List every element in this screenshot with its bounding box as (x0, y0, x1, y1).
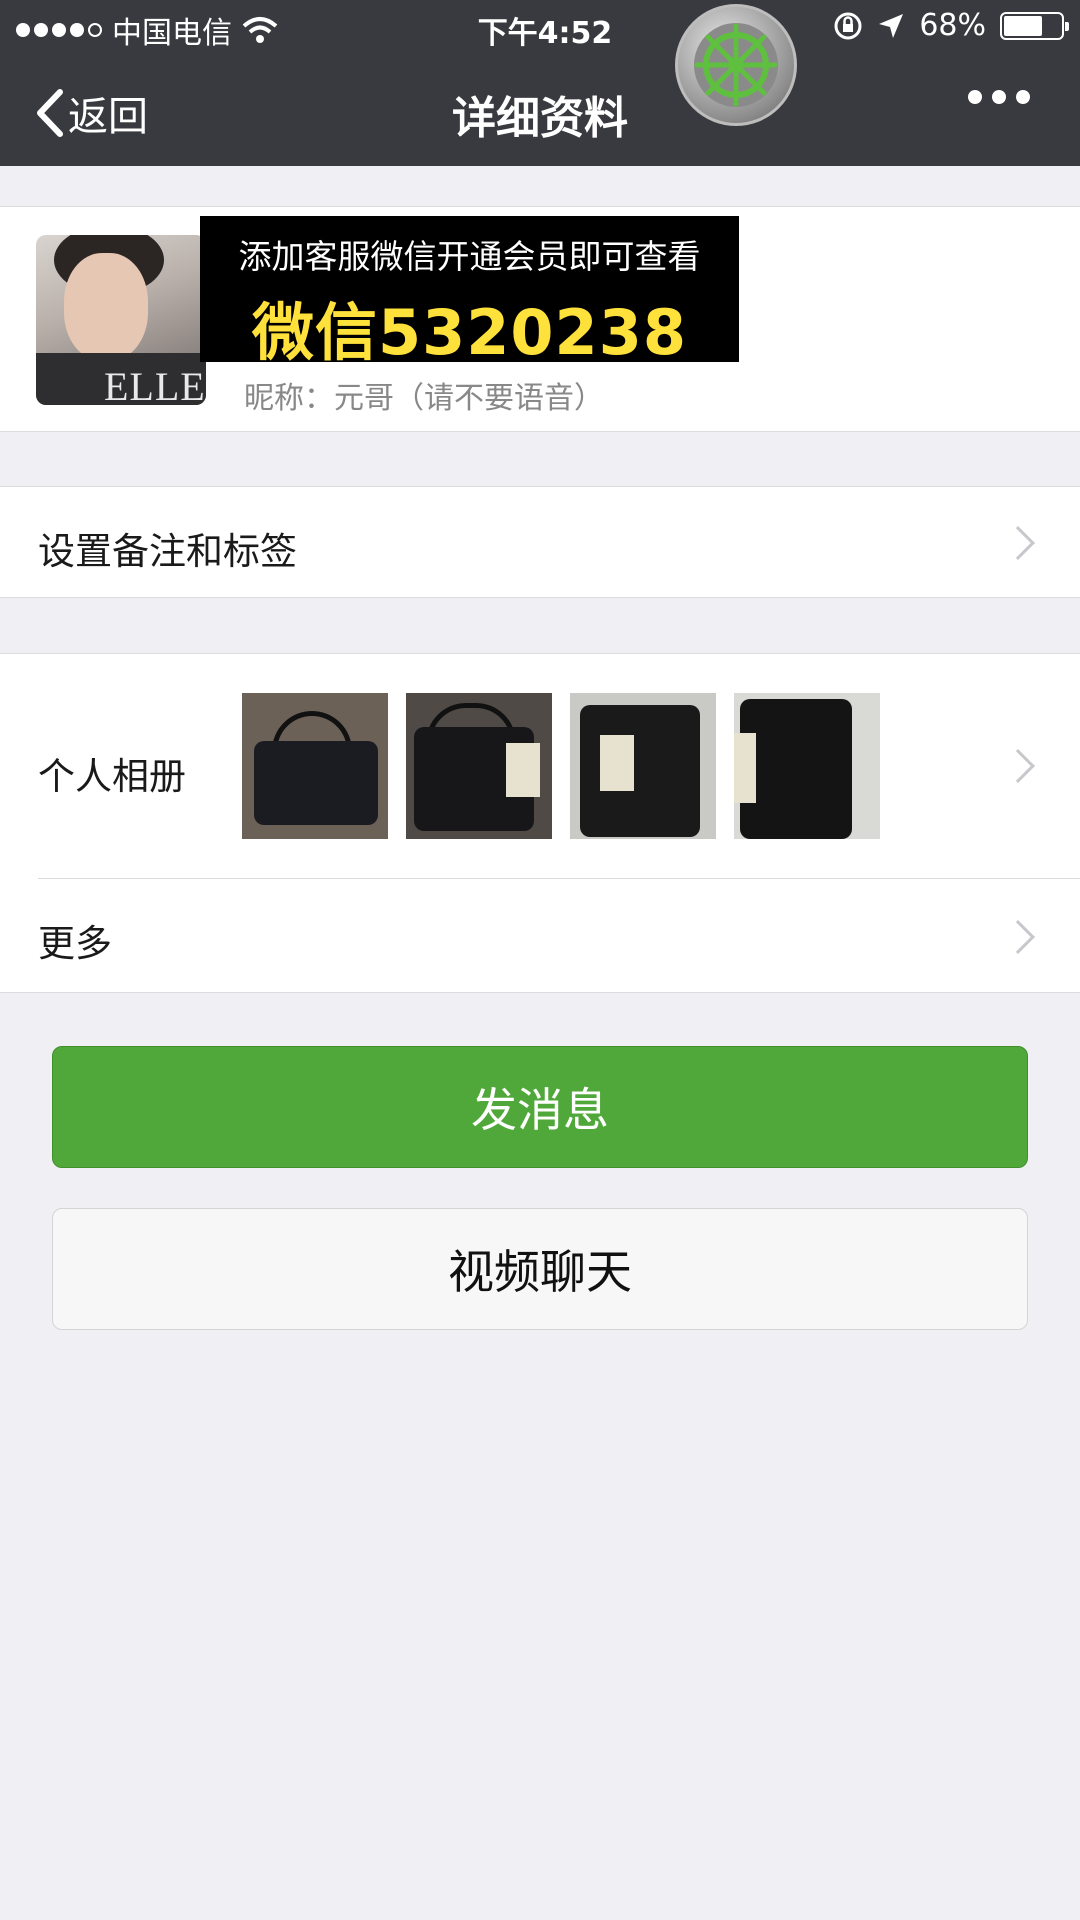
dot-icon (1016, 90, 1030, 104)
album-photo[interactable] (242, 693, 388, 839)
nickname: 昵称：元哥（请不要语音） (244, 381, 604, 416)
row-remark-tags-label: 设置备注和标签 (38, 530, 297, 573)
status-bar: 中国电信 下午4:52 68% (0, 0, 1080, 54)
ship-wheel-icon (694, 23, 778, 107)
avatar-magazine-logo: ELLE (104, 364, 206, 405)
promo-line-2: 微信5320238 (252, 296, 687, 369)
dot-icon (992, 90, 1006, 104)
album-photo[interactable] (734, 693, 880, 839)
row-more-label: 更多 (38, 922, 112, 965)
top-bar: 中国电信 下午4:52 68% 返回 详细资料 (0, 0, 1080, 166)
chevron-right-icon (1001, 920, 1035, 954)
row-remark-tags[interactable]: 设置备注和标签 (0, 486, 1080, 598)
send-message-button[interactable]: 发消息 (52, 1046, 1028, 1168)
album-thumbnails (242, 693, 880, 839)
dot-icon (968, 90, 982, 104)
ship-wheel-floating-icon[interactable] (675, 4, 797, 126)
nav-bar: 返回 详细资料 (0, 54, 1080, 166)
more-options-button[interactable] (968, 90, 1030, 104)
page-title: 详细资料 (452, 93, 628, 144)
row-album-label: 个人相册 (38, 755, 186, 798)
album-photo[interactable] (570, 693, 716, 839)
row-album[interactable]: 个人相册 (0, 654, 1080, 878)
row-more[interactable]: 更多 (0, 879, 1080, 993)
video-chat-button[interactable]: 视频聊天 (52, 1208, 1028, 1330)
promo-banner: 添加客服微信开通会员即可查看 微信5320238 (200, 216, 739, 369)
avatar[interactable]: ELLE (36, 235, 206, 405)
location-arrow-icon (879, 13, 904, 38)
battery-icon (1000, 11, 1069, 40)
chevron-right-icon (1001, 526, 1035, 560)
battery-percent: 68% (919, 8, 986, 43)
album-section: 个人相册 更多 (0, 653, 1080, 993)
album-photo[interactable] (406, 693, 552, 839)
rotation-lock-icon (834, 12, 862, 39)
profile-card: ELLE 添加客服微信开通会员即可查看 微信5320238 昵称：元哥（请不要语… (0, 206, 1080, 432)
promo-line-1: 添加客服微信开通会员即可查看 (238, 237, 701, 276)
chevron-right-icon (1001, 749, 1035, 783)
status-right: 68% (833, 8, 1069, 43)
